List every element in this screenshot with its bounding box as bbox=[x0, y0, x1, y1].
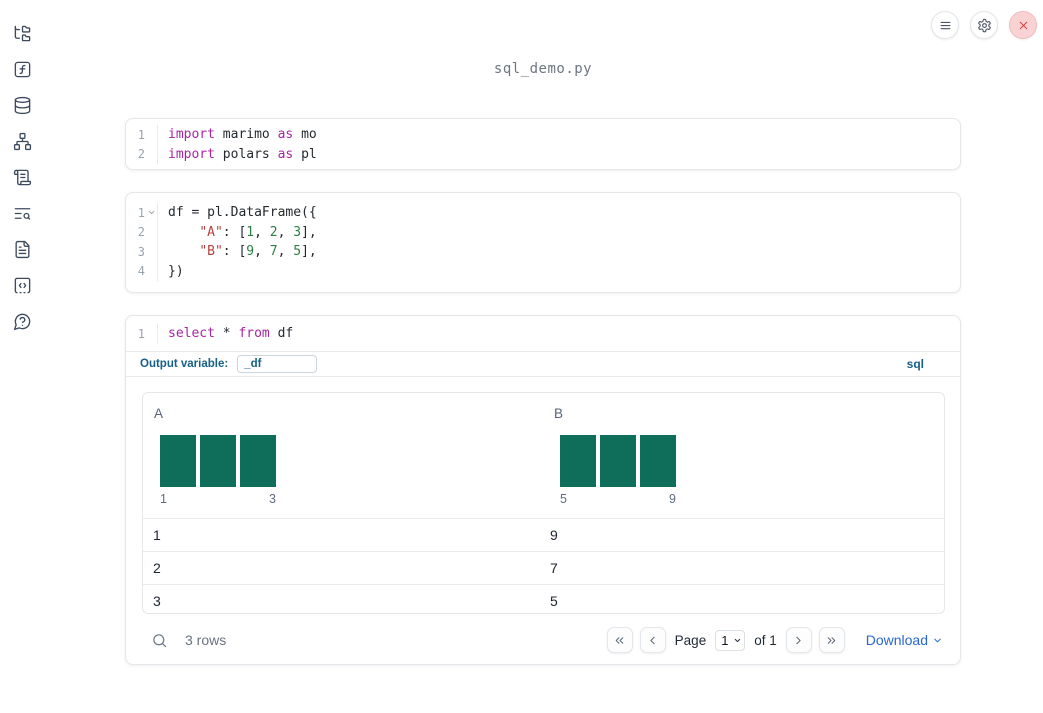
histogram-bar[interactable] bbox=[600, 435, 636, 487]
table-cell[interactable]: 1 bbox=[143, 527, 543, 543]
code-editor: 1 select * from df bbox=[126, 316, 960, 352]
code-square-icon[interactable] bbox=[8, 271, 36, 299]
line-number: 3 bbox=[137, 244, 145, 259]
line-number: 2 bbox=[137, 147, 145, 162]
download-label: Download bbox=[865, 632, 928, 648]
code-text: import marimo as mo bbox=[168, 127, 317, 143]
code-line: 1 import marimo as mo bbox=[126, 125, 960, 145]
line-gutter: 1 bbox=[126, 125, 158, 145]
first-page-button[interactable] bbox=[606, 627, 633, 653]
database-icon[interactable] bbox=[8, 91, 36, 119]
line-number: 4 bbox=[137, 264, 145, 279]
table-body: 192735 bbox=[143, 519, 944, 613]
code-line: 1 select * from df bbox=[126, 324, 960, 344]
table-cell[interactable]: 7 bbox=[543, 560, 944, 576]
output-variable-row: Output variable: sql bbox=[126, 352, 960, 377]
code-line: 3 "B": [9, 7, 5], bbox=[126, 242, 960, 262]
menu-icon[interactable] bbox=[931, 11, 959, 39]
sql-cell[interactable]: 1 select * from df Output variable: sql A… bbox=[125, 315, 961, 665]
output-variable-label: Output variable: bbox=[140, 358, 229, 370]
code-line: 2 import polars as pl bbox=[126, 144, 960, 164]
line-number: 1 bbox=[137, 205, 145, 220]
table-cell[interactable]: 3 bbox=[143, 593, 543, 609]
table-header: A 1 3 B 5 9 bbox=[143, 393, 944, 519]
file-text-icon[interactable] bbox=[8, 235, 36, 263]
code-text: df = pl.DataFrame({ bbox=[168, 205, 317, 221]
function-square-icon[interactable] bbox=[8, 55, 36, 83]
list-search-icon[interactable] bbox=[8, 199, 36, 227]
column-label: A bbox=[154, 406, 164, 421]
page-label: Page bbox=[674, 632, 707, 648]
column-histogram bbox=[560, 435, 944, 487]
code-text: "B": [9, 7, 5], bbox=[199, 244, 317, 260]
histogram-bar[interactable] bbox=[160, 435, 196, 487]
network-icon[interactable] bbox=[8, 127, 36, 155]
helper-sidebar bbox=[0, 0, 44, 713]
language-badge: sql bbox=[906, 357, 924, 371]
table-cell[interactable]: 9 bbox=[543, 527, 944, 543]
output-variable-input[interactable] bbox=[237, 355, 318, 373]
scroll-icon[interactable] bbox=[8, 163, 36, 191]
fold-chevron-icon[interactable] bbox=[145, 208, 157, 217]
table-row[interactable]: 19 bbox=[143, 519, 944, 552]
code-line: 4}) bbox=[126, 261, 960, 281]
table-footer: 3 rows Page 1 of 1 Download bbox=[142, 626, 943, 654]
column-header-b[interactable]: B 5 9 bbox=[543, 393, 944, 518]
hist-max-label: 9 bbox=[669, 492, 676, 506]
help-bubble-icon[interactable] bbox=[8, 307, 36, 335]
code-editor: 1 df = pl.DataFrame({2 "A": [1, 2, 3], 3 "… bbox=[126, 203, 960, 281]
line-number: 2 bbox=[137, 225, 145, 240]
chevron-down-icon bbox=[934, 638, 941, 642]
settings-gear-icon[interactable] bbox=[970, 11, 998, 39]
code-line: 2 "A": [1, 2, 3], bbox=[126, 222, 960, 242]
hist-max-label: 3 bbox=[269, 492, 276, 506]
histogram-bar[interactable] bbox=[200, 435, 236, 487]
result-table: A 1 3 B 5 9 192735 bbox=[142, 392, 945, 614]
line-gutter: 1 bbox=[126, 203, 158, 223]
column-label: B bbox=[554, 406, 564, 421]
hist-min-label: 1 bbox=[160, 492, 167, 506]
line-number: 1 bbox=[137, 127, 145, 142]
hist-min-label: 5 bbox=[560, 492, 567, 506]
table-cell[interactable]: 5 bbox=[543, 593, 944, 609]
histogram-bar[interactable] bbox=[240, 435, 276, 487]
row-count: 3 rows bbox=[185, 632, 227, 648]
table-cell[interactable]: 2 bbox=[143, 560, 543, 576]
line-gutter: 3 bbox=[126, 242, 158, 262]
line-gutter: 1 bbox=[126, 324, 158, 344]
next-page-button[interactable] bbox=[785, 627, 812, 653]
line-gutter: 2 bbox=[126, 222, 158, 242]
column-header-a[interactable]: A 1 3 bbox=[143, 393, 543, 518]
code-text: import polars as pl bbox=[168, 146, 317, 162]
histogram-bar[interactable] bbox=[560, 435, 596, 487]
table-row[interactable]: 35 bbox=[143, 585, 944, 613]
file-tree-icon[interactable] bbox=[8, 19, 36, 47]
close-x-icon[interactable] bbox=[1009, 11, 1037, 39]
line-number: 1 bbox=[137, 326, 145, 341]
line-gutter: 4 bbox=[126, 261, 158, 281]
pagination: Page 1 of 1 Download bbox=[606, 627, 943, 653]
page-select-wrap: 1 bbox=[715, 629, 746, 651]
column-histogram bbox=[160, 435, 543, 487]
code-editor: 1 import marimo as mo 2 import polars as pl bbox=[126, 125, 960, 164]
code-text: select * from df bbox=[168, 326, 294, 342]
code-text: "A": [1, 2, 3], bbox=[199, 224, 317, 240]
histogram-bar[interactable] bbox=[640, 435, 676, 487]
code-cell-dataframe[interactable]: 1 df = pl.DataFrame({2 "A": [1, 2, 3], 3 "… bbox=[125, 192, 961, 293]
table-row[interactable]: 27 bbox=[143, 552, 944, 585]
download-button[interactable]: Download bbox=[866, 632, 943, 648]
search-icon[interactable] bbox=[151, 632, 168, 649]
page-select[interactable]: 1 bbox=[715, 629, 746, 651]
code-text: }) bbox=[168, 263, 184, 279]
line-gutter: 2 bbox=[126, 144, 158, 164]
code-line: 1 df = pl.DataFrame({ bbox=[126, 203, 960, 223]
notebook-title: sql_demo.py bbox=[493, 61, 593, 77]
last-page-button[interactable] bbox=[818, 627, 845, 653]
prev-page-button[interactable] bbox=[639, 627, 666, 653]
page-total-label: of 1 bbox=[754, 632, 777, 648]
code-cell-imports[interactable]: 1 import marimo as mo 2 import polars as pl bbox=[125, 118, 961, 170]
